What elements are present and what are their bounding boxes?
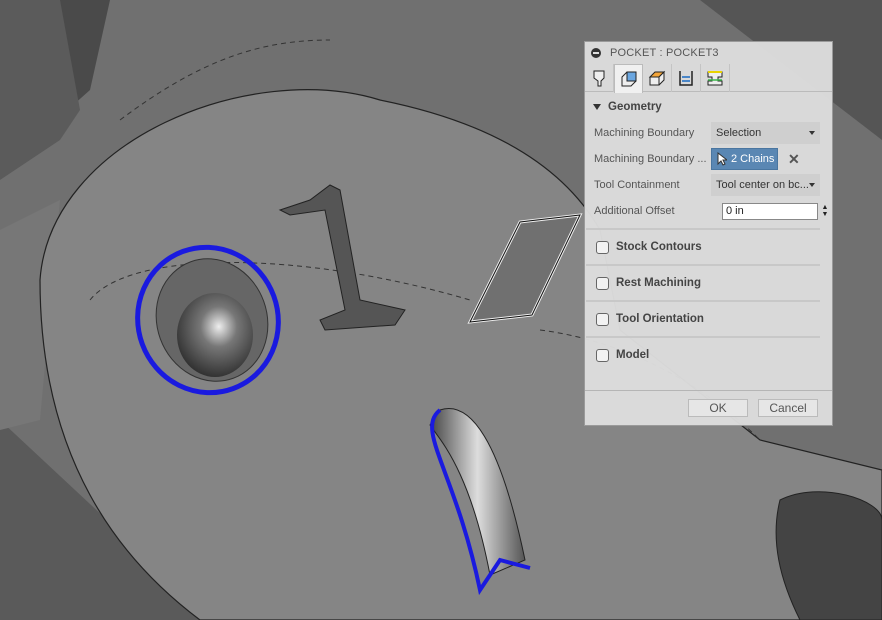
additional-offset-label: Additional Offset <box>594 205 675 217</box>
section-rest-machining[interactable]: Rest Machining <box>586 264 820 300</box>
tab-linking[interactable] <box>701 64 730 92</box>
ok-button[interactable]: OK <box>688 399 748 417</box>
additional-offset-input[interactable]: 0 in <box>722 202 818 220</box>
tool-icon <box>593 70 605 87</box>
dialog-titlebar[interactable]: POCKET : POCKET3 <box>585 42 832 64</box>
tab-geometry[interactable] <box>614 64 643 93</box>
stock-contours-checkbox[interactable] <box>596 240 609 254</box>
tool-containment-select[interactable]: Tool center on bc... <box>711 174 820 196</box>
machining-boundary-selection-row: Machining Boundary ... 2 Chains ✕ <box>585 146 832 172</box>
machining-boundary-label: Machining Boundary <box>594 127 695 139</box>
cancel-button[interactable]: Cancel <box>758 399 818 417</box>
tab-tool[interactable] <box>585 64 614 92</box>
rest-machining-checkbox[interactable] <box>596 276 609 290</box>
machining-boundary-select[interactable]: Selection <box>711 122 820 144</box>
offset-spinner[interactable]: ▲ ▼ <box>820 204 830 218</box>
tool-orientation-checkbox[interactable] <box>596 312 609 326</box>
machining-boundary-row: Machining Boundary Selection <box>585 120 832 146</box>
rest-machining-label: Rest Machining <box>616 277 701 289</box>
collapse-icon[interactable] <box>591 48 601 58</box>
linking-icon <box>707 71 723 86</box>
dialog-footer: OK Cancel <box>585 390 832 425</box>
tool-containment-label: Tool Containment <box>594 179 680 191</box>
tool-containment-row: Tool Containment Tool center on bc... <box>585 172 832 198</box>
section-model[interactable]: Model <box>586 336 820 372</box>
tool-orientation-label: Tool Orientation <box>616 313 704 325</box>
additional-offset-row: Additional Offset 0 in ▲ ▼ <box>585 198 832 224</box>
geometry-section-header[interactable]: Geometry <box>585 94 832 120</box>
spherical-pocket <box>177 293 253 377</box>
collapse-triangle-icon <box>593 104 601 110</box>
machining-boundary-selection-label: Machining Boundary ... <box>594 153 707 165</box>
pocket-dialog: POCKET : POCKET3 Geometry Machining Boun… <box>584 41 833 426</box>
clear-selection-icon[interactable]: ✕ <box>788 151 800 168</box>
dialog-tabs <box>585 64 832 93</box>
model-checkbox[interactable] <box>596 348 609 362</box>
model-label: Model <box>616 349 650 361</box>
section-stock-contours[interactable]: Stock Contours <box>586 228 820 264</box>
stock-contours-label: Stock Contours <box>616 241 702 253</box>
section-tool-orientation[interactable]: Tool Orientation <box>586 300 820 336</box>
cursor-arrow-icon <box>717 152 727 166</box>
tab-heights[interactable] <box>643 64 672 92</box>
chains-count: 2 Chains <box>731 153 775 165</box>
heights-icon <box>648 70 666 86</box>
passes-icon <box>679 71 693 86</box>
geometry-heading: Geometry <box>608 101 662 113</box>
dialog-title: POCKET : POCKET3 <box>610 47 719 59</box>
chains-selection-button[interactable]: 2 Chains <box>711 148 778 170</box>
geometry-icon <box>621 71 636 87</box>
tab-passes[interactable] <box>672 64 701 92</box>
